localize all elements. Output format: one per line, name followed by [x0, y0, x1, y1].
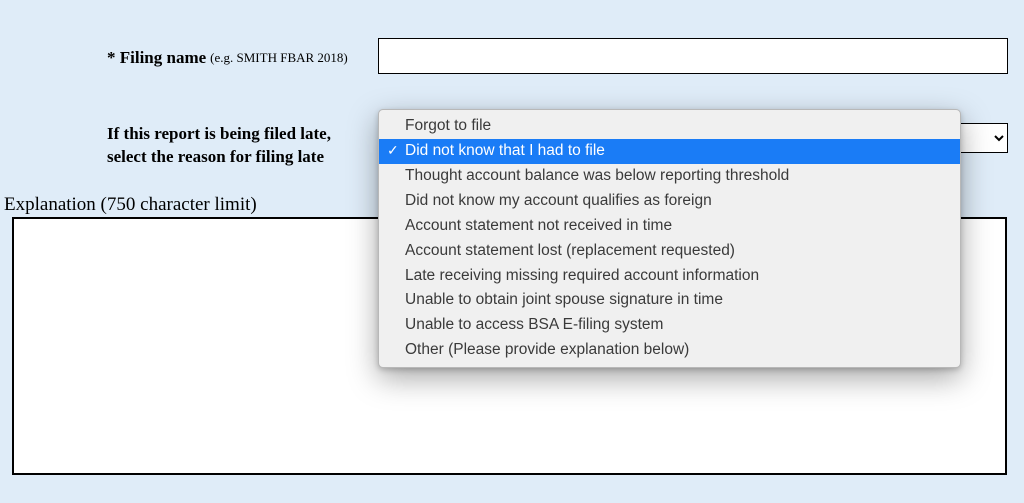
dropdown-option[interactable]: Forgot to file	[379, 114, 960, 139]
filing-name-hint: (e.g. SMITH FBAR 2018)	[210, 50, 348, 66]
dropdown-option[interactable]: Other (Please provide explanation below)	[379, 338, 960, 363]
dropdown-option[interactable]: Account statement not received in time	[379, 214, 960, 239]
dropdown-option[interactable]: Late receiving missing required account …	[379, 264, 960, 289]
late-reason-label: If this report is being filed late, sele…	[107, 123, 367, 169]
dropdown-option[interactable]: Did not know that I had to file	[379, 139, 960, 164]
late-reason-dropdown-popup[interactable]: Forgot to fileDid not know that I had to…	[378, 109, 961, 368]
late-reason-label-group: If this report is being filed late, sele…	[107, 123, 367, 169]
dropdown-option[interactable]: Account statement lost (replacement requ…	[379, 239, 960, 264]
dropdown-option[interactable]: Did not know my account qualifies as for…	[379, 189, 960, 214]
dropdown-option[interactable]: Thought account balance was below report…	[379, 164, 960, 189]
filing-name-label: * Filing name	[107, 48, 206, 68]
dropdown-option[interactable]: Unable to obtain joint spouse signature …	[379, 288, 960, 313]
filing-name-label-group: * Filing name (e.g. SMITH FBAR 2018)	[107, 48, 348, 68]
dropdown-option[interactable]: Unable to access BSA E-filing system	[379, 313, 960, 338]
form-container: * Filing name (e.g. SMITH FBAR 2018) If …	[0, 0, 1024, 503]
explanation-label: Explanation (750 character limit)	[4, 194, 257, 216]
filing-name-input[interactable]	[378, 38, 1008, 74]
